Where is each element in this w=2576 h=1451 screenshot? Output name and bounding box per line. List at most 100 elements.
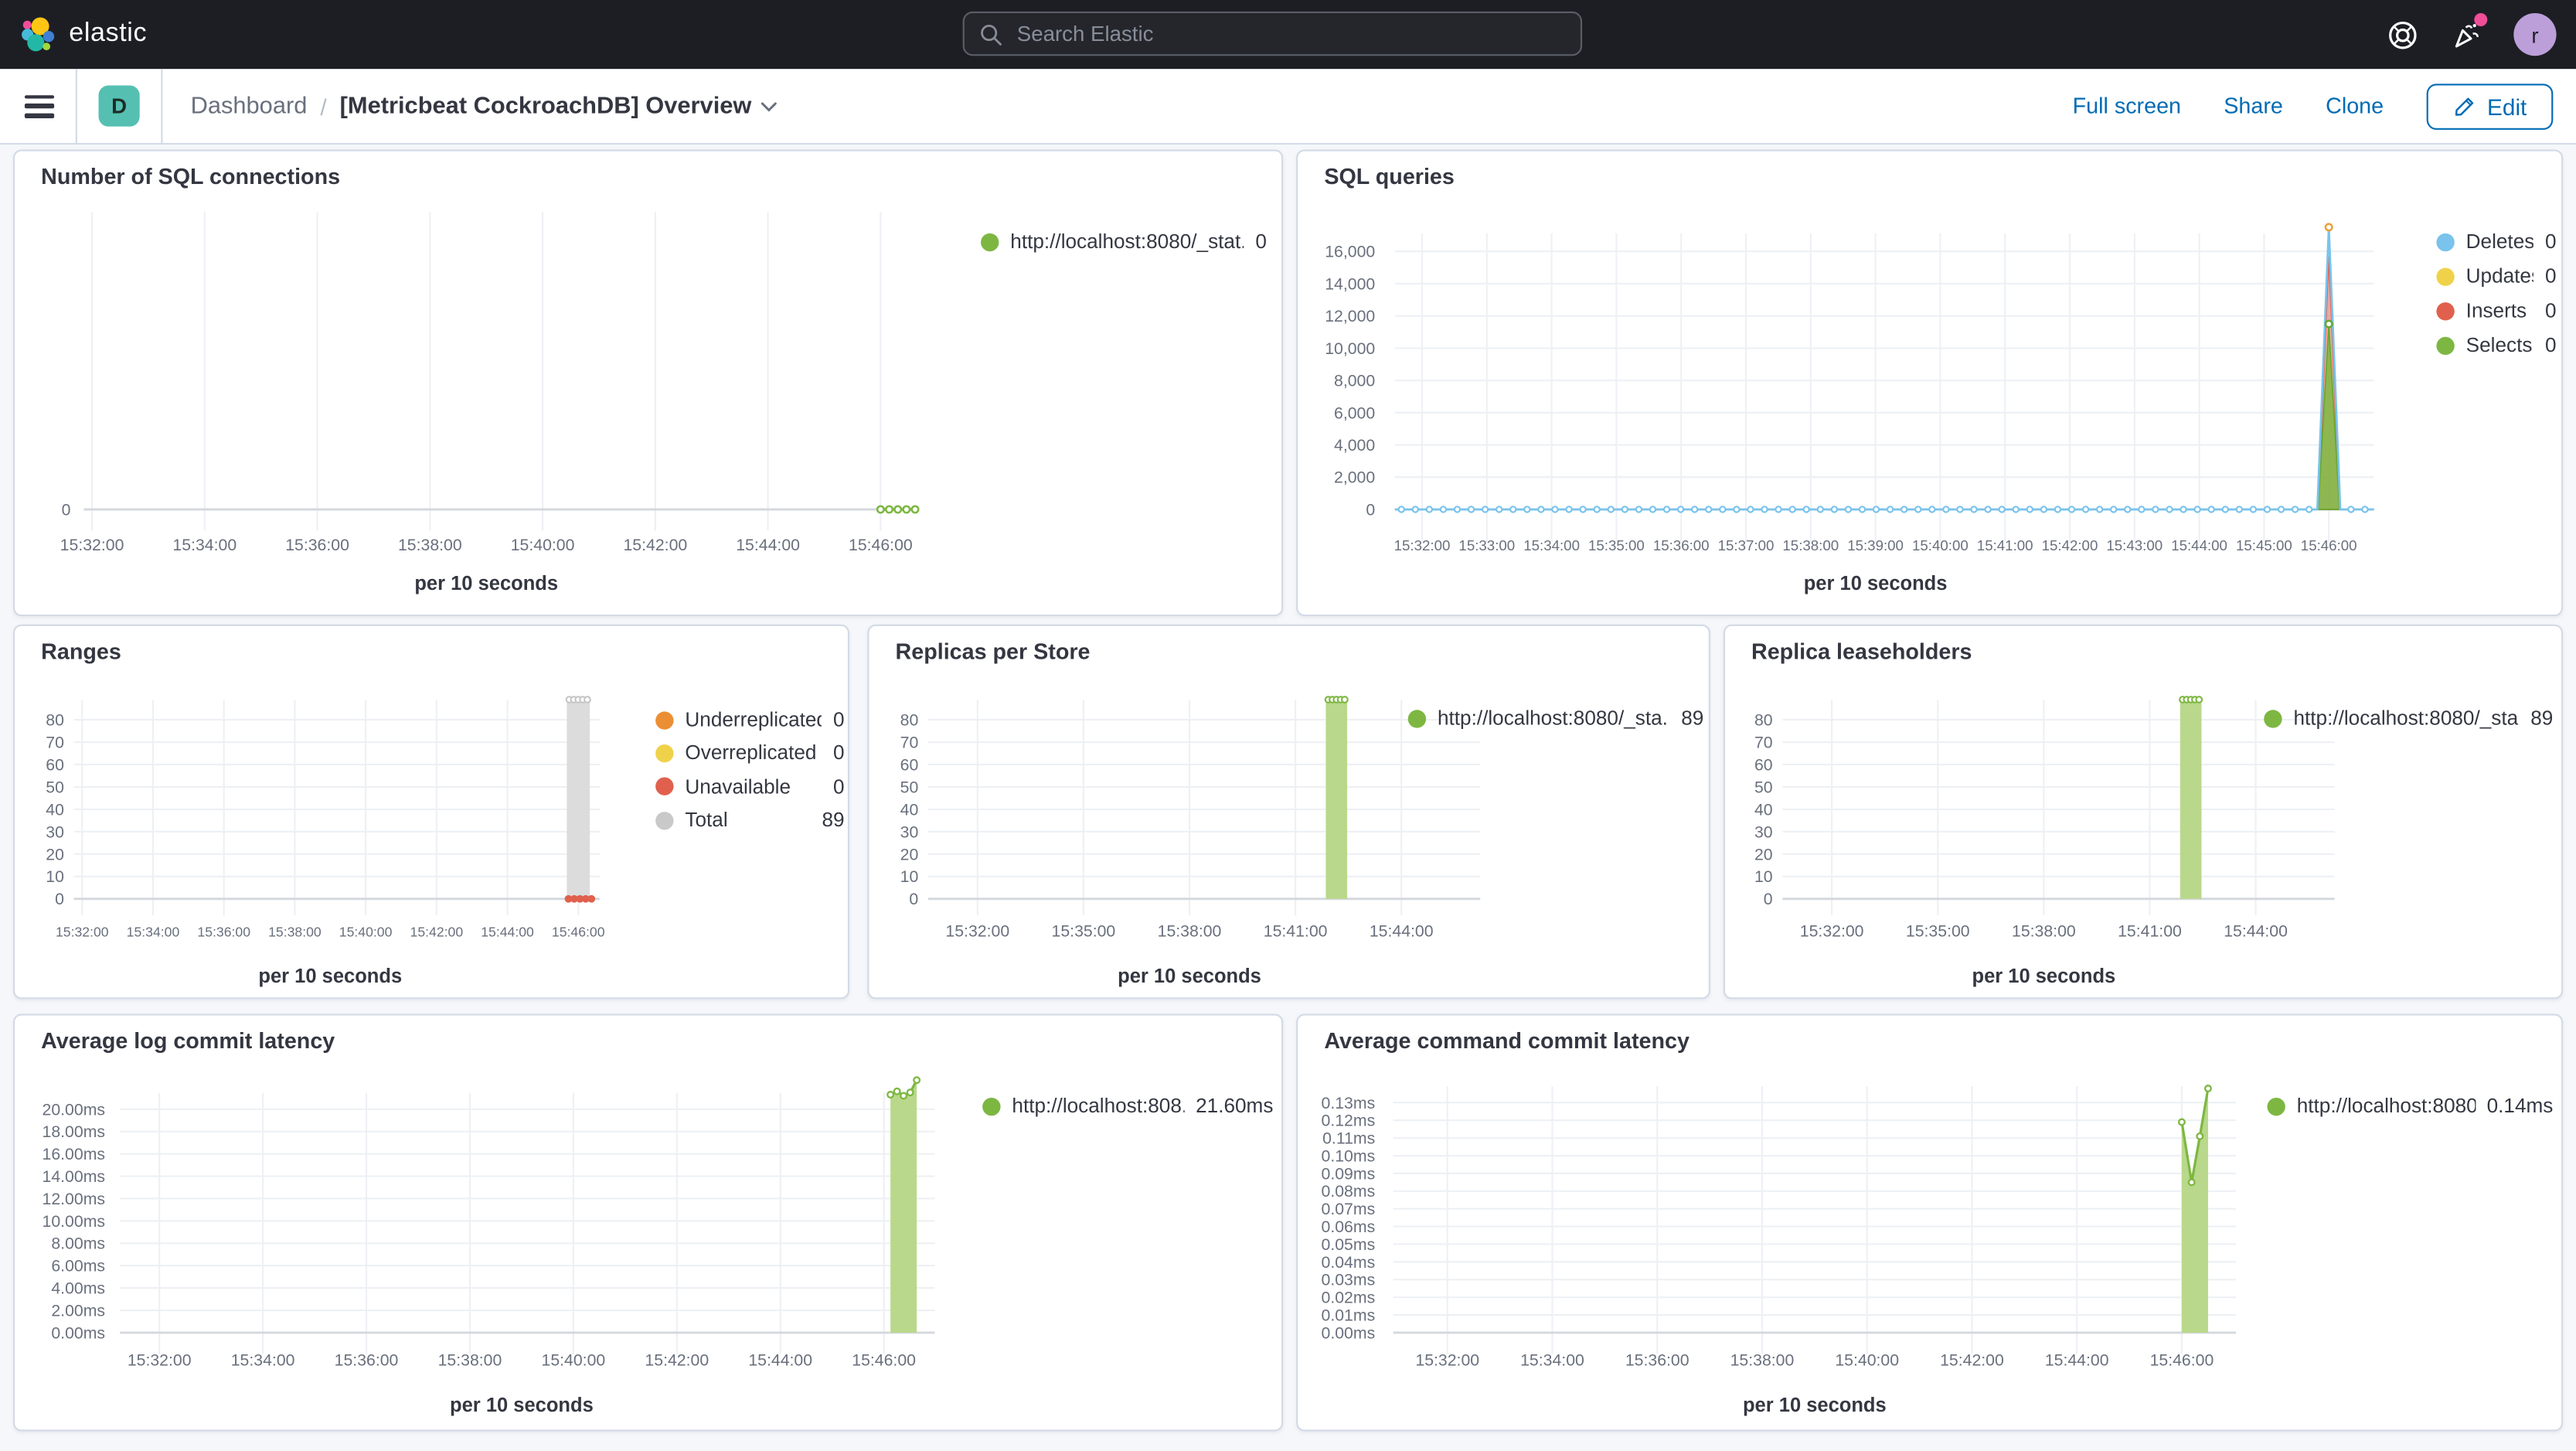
- x-axis-tick: 15:40:00: [542, 1351, 606, 1369]
- legend-item[interactable]: http://localhost:808... 21.60ms: [982, 1091, 1273, 1120]
- x-axis-tick: 15:34:00: [231, 1351, 295, 1369]
- y-axis-tick: 0: [909, 890, 918, 908]
- chart-canvas[interactable]: 0 15:32:00 15:34:00 15:36:00 15:38:00 15:40:0…: [15, 152, 1285, 618]
- x-axis-tick: 15:38:00: [1782, 537, 1839, 553]
- legend-item[interactable]: Deletes 0: [2436, 227, 2557, 256]
- dashboard-grid: Number of SQL connections 0 15:32:00 15:34:…: [0, 145, 2576, 1451]
- y-axis-tick: 8.00ms: [51, 1235, 105, 1253]
- y-axis-tick: 0.00ms: [1322, 1323, 1376, 1342]
- legend-color-dot: [981, 232, 999, 251]
- legend-item[interactable]: Updates 0: [2436, 261, 2557, 291]
- y-axis-tick: 0.05ms: [1322, 1235, 1376, 1254]
- legend-item[interactable]: Inserts 0: [2436, 296, 2557, 325]
- x-axis-tick: 15:41:00: [2118, 922, 2182, 941]
- y-axis-tick: 0: [1764, 890, 1773, 908]
- x-axis-tick: 15:34:00: [127, 925, 180, 940]
- elastic-logo[interactable]: elastic: [20, 15, 148, 54]
- y-axis-tick: 0.08ms: [1322, 1182, 1376, 1201]
- x-axis-tick: 15:41:00: [1264, 922, 1328, 941]
- panel-ranges: Ranges 80 70 60 50 40 30 20 10 0 15:32:00 15:34:00 1…: [13, 624, 849, 1000]
- menu-button[interactable]: [24, 94, 55, 118]
- y-axis-tick: 20: [1754, 845, 1773, 863]
- y-axis-tick: 0.09ms: [1322, 1164, 1376, 1183]
- legend-item[interactable]: Overreplicated 0: [655, 738, 845, 768]
- legend-color-dot: [982, 1096, 1001, 1115]
- search-input[interactable]: [1013, 19, 1581, 48]
- x-axis-tick: 15:40:00: [1912, 537, 1969, 553]
- page-title[interactable]: [Metricbeat CockroachDB] Overview: [340, 93, 778, 119]
- x-axis-tick: 15:36:00: [1653, 537, 1710, 553]
- legend-label: http://localhost:8080/_sta...: [1437, 707, 1670, 730]
- legend-color-dot: [2436, 301, 2455, 320]
- kibana-app: elastic Search Elastic r D Dashboard / […: [0, 0, 2576, 1451]
- legend-label: Total: [685, 809, 728, 833]
- x-axis-tick: 15:32:00: [1394, 537, 1451, 553]
- legend-item[interactable]: Underreplicated 0: [655, 705, 845, 734]
- legend-value: 0: [2545, 264, 2557, 288]
- y-axis-tick: 0.12ms: [1322, 1112, 1376, 1130]
- y-axis-tick: 60: [900, 755, 919, 774]
- breadcrumb-dashboard-link[interactable]: Dashboard: [191, 93, 308, 119]
- x-axis-tick: 15:46:00: [852, 1351, 916, 1369]
- x-axis-tick: 15:44:00: [2045, 1351, 2109, 1369]
- x-axis-tick: 15:44:00: [2171, 537, 2227, 553]
- legend-label: Selects: [2465, 333, 2533, 357]
- x-axis-tick: 15:44:00: [736, 536, 800, 554]
- x-axis-label: per 10 seconds: [258, 964, 403, 988]
- y-axis-tick: 70: [1754, 733, 1773, 751]
- chart-canvas[interactable]: 80 70 60 50 40 30 20 10 0 15:32:00 15:35:00 15:38:0…: [1725, 626, 2564, 1001]
- x-axis-label: per 10 seconds: [450, 1393, 594, 1417]
- chevron-down-icon: [761, 101, 778, 111]
- y-axis-tick: 10: [900, 867, 919, 886]
- chart-canvas[interactable]: 20.00ms 18.00ms 16.00ms 14.00ms 12.00ms 10.00…: [15, 1016, 1285, 1433]
- legend-label: Inserts: [2465, 298, 2527, 322]
- chart-canvas[interactable]: 80 70 60 50 40 30 20 10 0 15:32:00 15:35:00 15:38:0…: [869, 626, 1711, 1001]
- global-search[interactable]: [962, 11, 1583, 56]
- legend-item[interactable]: http://localhost:8080/_sta... 89: [1407, 703, 1703, 733]
- x-axis-label: per 10 seconds: [1118, 964, 1261, 988]
- legend-color-dot: [655, 710, 674, 729]
- notification-dot: [2474, 13, 2488, 27]
- y-axis-tick: 10.00ms: [43, 1212, 106, 1231]
- y-axis-tick: 0.07ms: [1322, 1200, 1376, 1218]
- y-axis-tick: 30: [1754, 823, 1773, 841]
- x-axis-tick: 15:43:00: [2106, 537, 2163, 553]
- x-axis-tick: 15:42:00: [1940, 1351, 2004, 1369]
- legend-value: 0.14ms: [2486, 1094, 2554, 1118]
- space-badge[interactable]: D: [98, 85, 140, 127]
- panel-cmd-commit: Average command commit latency 0.13ms 0.12…: [1296, 1013, 2564, 1433]
- x-axis-tick: 15:38:00: [2012, 922, 2076, 941]
- x-axis-tick: 15:38:00: [398, 536, 462, 554]
- x-axis-label: per 10 seconds: [414, 571, 559, 595]
- legend-item[interactable]: http://localhost:8080/_stat... 0: [981, 227, 1267, 256]
- chart-canvas[interactable]: 0.13ms0.12ms0.11ms0.10ms0.09ms0.08ms0.07…: [1298, 1016, 2564, 1433]
- x-axis-tick: 15:34:00: [1520, 1351, 1584, 1369]
- legend-item[interactable]: Unavailable 0: [655, 772, 845, 802]
- whats-new-button[interactable]: [2449, 13, 2488, 51]
- breadcrumb-separator: /: [320, 93, 327, 120]
- x-axis-tick: 15:42:00: [2042, 537, 2098, 553]
- y-axis-tick: 80: [900, 710, 919, 729]
- x-axis-tick: 15:34:00: [1523, 537, 1580, 553]
- top-header-bar: elastic Search Elastic r: [0, 0, 2576, 70]
- share-button[interactable]: Share: [2224, 94, 2283, 118]
- x-axis-tick: 15:36:00: [197, 925, 250, 940]
- user-avatar[interactable]: r: [2513, 13, 2557, 56]
- y-axis-tick: 30: [46, 823, 64, 841]
- x-axis-tick: 15:42:00: [623, 536, 687, 554]
- panel-sql-connections: Number of SQL connections 0 15:32:00 15:34:…: [13, 149, 1285, 618]
- help-button[interactable]: [2386, 18, 2419, 51]
- chart-canvas[interactable]: 16,000 14,000 12,000 10,000 8,000 6,000 4,000 2…: [1298, 152, 2564, 618]
- x-axis-tick: 15:32:00: [56, 925, 109, 940]
- x-axis-tick: 15:38:00: [438, 1351, 502, 1369]
- y-axis-tick: 14.00ms: [43, 1167, 106, 1186]
- legend-item[interactable]: Total 89: [655, 806, 845, 835]
- y-axis-tick: 0.00ms: [51, 1323, 105, 1342]
- legend-item[interactable]: http://localhost:8080/_sta... 89: [2264, 703, 2553, 733]
- edit-button[interactable]: Edit: [2426, 83, 2554, 129]
- full-screen-button[interactable]: Full screen: [2073, 94, 2181, 118]
- legend-item[interactable]: http://localhost:8080... 0.14ms: [2267, 1091, 2553, 1120]
- legend-item[interactable]: Selects 0: [2436, 330, 2557, 359]
- pencil-icon: [2455, 97, 2473, 115]
- clone-button[interactable]: Clone: [2326, 94, 2384, 118]
